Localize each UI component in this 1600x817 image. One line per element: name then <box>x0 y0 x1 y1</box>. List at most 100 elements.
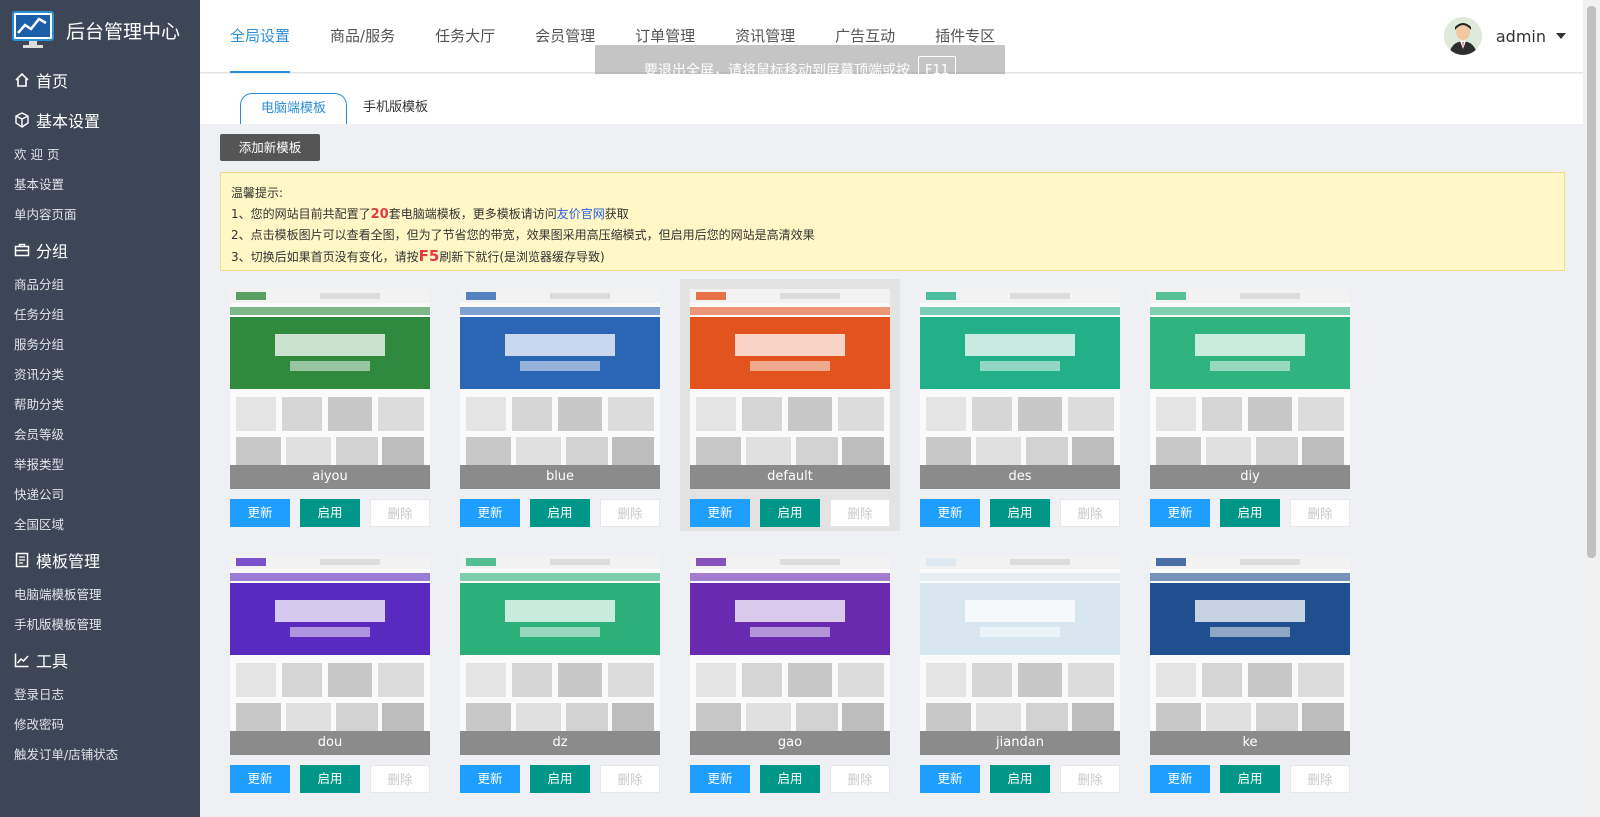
main-content: 电脑端模板 手机版模板 添加新模板 温馨提示: 1、您的网站目前共配置了20套电… <box>200 74 1583 817</box>
tab-pc-template[interactable]: 电脑端模板 <box>240 93 348 124</box>
sidebar-item[interactable]: 手机版模板管理 <box>14 610 194 640</box>
sidebar-item[interactable]: 资讯分类 <box>14 360 114 390</box>
update-button[interactable]: 更新 <box>1150 765 1210 793</box>
delete-button[interactable]: 删除 <box>830 499 890 527</box>
enable-button[interactable]: 启用 <box>990 499 1050 527</box>
enable-button[interactable]: 启用 <box>300 499 360 527</box>
sidebar-section-0[interactable]: 基本设置 <box>0 100 200 140</box>
scrollbar[interactable] <box>1583 0 1600 817</box>
cube-icon <box>14 112 30 128</box>
delete-button[interactable]: 删除 <box>830 765 890 793</box>
official-site-link[interactable]: 友价官网 <box>557 207 605 221</box>
delete-button[interactable]: 删除 <box>1290 499 1350 527</box>
update-button[interactable]: 更新 <box>920 765 980 793</box>
template-actions: 更新 启用 删除 <box>460 499 660 527</box>
update-button[interactable]: 更新 <box>1150 499 1210 527</box>
delete-button[interactable]: 删除 <box>600 499 660 527</box>
template-preview-image[interactable]: default <box>690 289 890 489</box>
sidebar-item[interactable]: 会员等级 <box>14 420 114 450</box>
sidebar-item[interactable]: 举报类型 <box>14 450 114 480</box>
template-card: diy 更新 启用 删除 <box>1140 279 1360 531</box>
sidebar-item[interactable]: 服务分组 <box>14 330 114 360</box>
update-button[interactable]: 更新 <box>690 765 750 793</box>
sidebar-item[interactable]: 快递公司 <box>14 480 114 510</box>
sidebar-section-3[interactable]: 工具 <box>0 640 200 680</box>
template-tabs: 电脑端模板 手机版模板 <box>200 74 1583 124</box>
delete-button[interactable]: 删除 <box>1060 765 1120 793</box>
tip-box: 温馨提示: 1、您的网站目前共配置了20套电脑端模板，更多模板请访问友价官网获取… <box>220 172 1565 271</box>
template-count: 20 <box>370 206 389 222</box>
delete-button[interactable]: 删除 <box>1290 765 1350 793</box>
sidebar-item[interactable]: 欢 迎 页 <box>14 140 114 170</box>
template-actions: 更新 启用 删除 <box>230 499 430 527</box>
enable-button[interactable]: 启用 <box>990 765 1050 793</box>
top-nav-item[interactable]: 会员管理 <box>535 0 595 73</box>
sidebar-item[interactable]: 商品分组 <box>14 270 114 300</box>
sidebar-section-1[interactable]: 分组 <box>0 230 200 270</box>
delete-button[interactable]: 删除 <box>370 765 430 793</box>
home-icon <box>14 72 30 88</box>
template-name: gao <box>690 731 890 755</box>
template-actions: 更新 启用 删除 <box>1150 499 1350 527</box>
sidebar-section-2[interactable]: 模板管理 <box>0 540 200 580</box>
update-button[interactable]: 更新 <box>460 765 520 793</box>
template-actions: 更新 启用 删除 <box>460 765 660 793</box>
document-icon <box>14 552 30 568</box>
sidebar-item[interactable]: 基本设置 <box>14 170 114 200</box>
enable-button[interactable]: 启用 <box>760 499 820 527</box>
sidebar-item[interactable]: 电脑端模板管理 <box>14 580 194 610</box>
add-template-button[interactable]: 添加新模板 <box>220 134 320 161</box>
template-preview-image[interactable]: jiandan <box>920 555 1120 755</box>
template-preview-image[interactable]: des <box>920 289 1120 489</box>
template-name: default <box>690 465 890 489</box>
top-nav-item[interactable]: 全局设置 <box>230 0 291 73</box>
sidebar-item[interactable]: 登录日志 <box>14 680 114 710</box>
sidebar-item[interactable]: 单内容页面 <box>14 200 114 230</box>
template-actions: 更新 启用 删除 <box>690 765 890 793</box>
template-name: dz <box>460 731 660 755</box>
template-card: dou 更新 启用 删除 <box>220 545 440 797</box>
sidebar-item[interactable]: 全国区域 <box>14 510 114 540</box>
enable-button[interactable]: 启用 <box>530 765 590 793</box>
update-button[interactable]: 更新 <box>230 765 290 793</box>
template-preview-image[interactable]: dou <box>230 555 430 755</box>
enable-button[interactable]: 启用 <box>1220 499 1280 527</box>
template-preview-image[interactable]: aiyou <box>230 289 430 489</box>
tab-mobile-template[interactable]: 手机版模板 <box>343 93 448 124</box>
sidebar-item[interactable]: 帮助分类 <box>14 390 114 420</box>
enable-button[interactable]: 启用 <box>760 765 820 793</box>
template-name: blue <box>460 465 660 489</box>
template-preview-image[interactable]: diy <box>1150 289 1350 489</box>
scrollbar-thumb[interactable] <box>1587 6 1596 558</box>
logo: 后台管理中心 <box>0 0 200 60</box>
sidebar-section-items: 登录日志 修改密码 触发订单/店铺状态 <box>0 680 200 770</box>
delete-button[interactable]: 删除 <box>600 765 660 793</box>
template-preview-image[interactable]: dz <box>460 555 660 755</box>
update-button[interactable]: 更新 <box>460 499 520 527</box>
sidebar-section-items: 电脑端模板管理 手机版模板管理 <box>0 580 200 640</box>
enable-button[interactable]: 启用 <box>300 765 360 793</box>
update-button[interactable]: 更新 <box>690 499 750 527</box>
delete-button[interactable]: 删除 <box>370 499 430 527</box>
template-preview-image[interactable]: blue <box>460 289 660 489</box>
sidebar-item-home[interactable]: 首页 <box>0 60 200 100</box>
template-preview-image[interactable]: gao <box>690 555 890 755</box>
template-name: jiandan <box>920 731 1120 755</box>
top-nav-item[interactable]: 任务大厅 <box>435 0 495 73</box>
enable-button[interactable]: 启用 <box>1220 765 1280 793</box>
enable-button[interactable]: 启用 <box>530 499 590 527</box>
sidebar-item[interactable]: 触发订单/店铺状态 <box>14 740 194 770</box>
template-name: diy <box>1150 465 1350 489</box>
update-button[interactable]: 更新 <box>230 499 290 527</box>
update-button[interactable]: 更新 <box>920 499 980 527</box>
delete-button[interactable]: 删除 <box>1060 499 1120 527</box>
template-actions: 更新 启用 删除 <box>230 765 430 793</box>
user-menu[interactable]: admin <box>1443 17 1566 55</box>
template-preview-image[interactable]: ke <box>1150 555 1350 755</box>
f5-key: F5 <box>418 246 440 265</box>
sidebar-item[interactable]: 修改密码 <box>14 710 114 740</box>
sidebar: 后台管理中心 首页 基本设置欢 迎 页基本设置 单内容页面 分组 商品分组 任务分组 服务… <box>0 0 200 817</box>
caret-down-icon <box>1556 33 1566 39</box>
top-nav-item[interactable]: 商品/服务 <box>330 0 395 73</box>
sidebar-item[interactable]: 任务分组 <box>14 300 114 330</box>
